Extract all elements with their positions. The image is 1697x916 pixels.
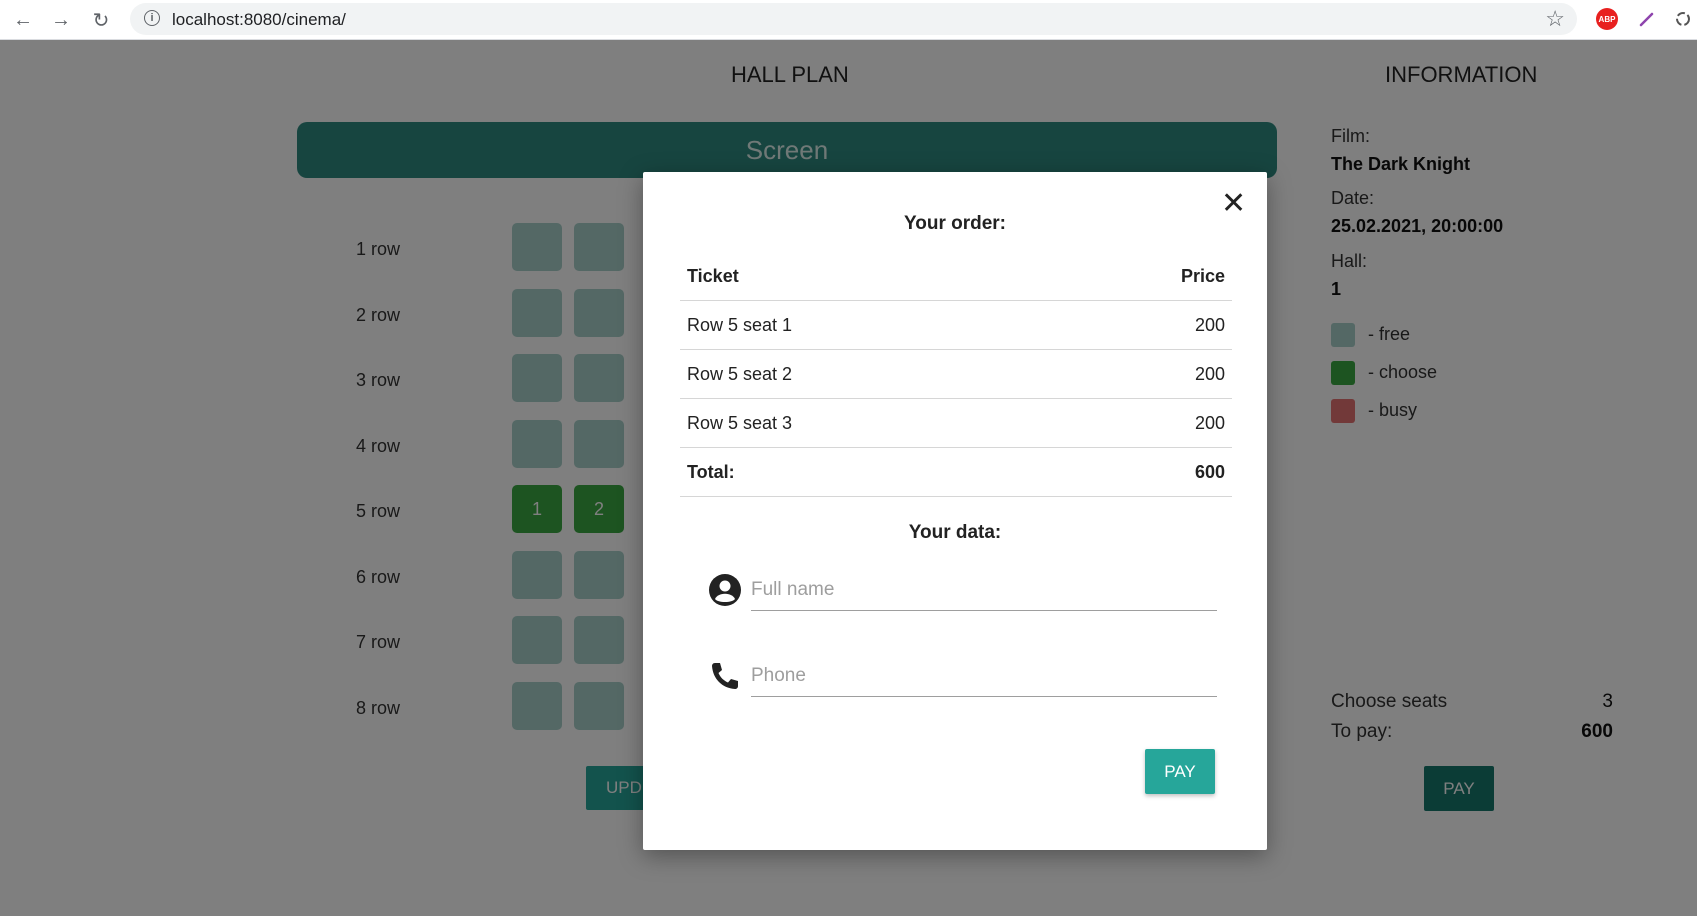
forward-icon[interactable]: → (48, 7, 74, 33)
url-text[interactable]: localhost:8080/cinema/ (172, 10, 346, 30)
order-table: Ticket Price Row 5 seat 1 200 Row 5 seat… (680, 252, 1232, 497)
full-name-input[interactable] (751, 570, 1217, 611)
phone-icon (707, 658, 743, 694)
full-name-field (707, 560, 1217, 620)
ticket-cell: Row 5 seat 3 (680, 398, 1052, 448)
price-cell: 200 (1051, 300, 1232, 350)
recycle-icon[interactable] (1672, 8, 1694, 30)
table-header-row: Ticket Price (680, 252, 1232, 301)
ticket-cell: Row 5 seat 1 (680, 300, 1052, 350)
pen-icon[interactable] (1636, 8, 1658, 30)
browser-toolbar: ← → ↻ i localhost:8080/cinema/ ☆ ABP (0, 0, 1697, 40)
price-column-header: Price (1051, 252, 1232, 301)
table-row: Row 5 seat 3 200 (680, 398, 1232, 448)
total-value: 600 (1051, 447, 1232, 497)
price-cell: 200 (1051, 349, 1232, 399)
order-heading: Your order: (903, 213, 1007, 234)
bookmark-star-icon[interactable]: ☆ (1545, 6, 1565, 32)
ticket-column-header: Ticket (680, 252, 1052, 301)
account-circle-icon (707, 572, 743, 608)
price-cell: 200 (1051, 398, 1232, 448)
back-icon[interactable]: ← (10, 7, 36, 33)
reload-icon[interactable]: ↻ (88, 7, 114, 33)
address-bar[interactable]: i localhost:8080/cinema/ ☆ (130, 3, 1577, 35)
info-icon[interactable]: i (144, 10, 160, 26)
ticket-cell: Row 5 seat 2 (680, 349, 1052, 399)
order-modal: ✕ Your order: Ticket Price Row 5 seat 1 … (643, 172, 1267, 850)
table-row: Row 5 seat 1 200 (680, 300, 1232, 350)
total-row: Total: 600 (680, 447, 1232, 497)
pay-button[interactable]: PAY (1145, 749, 1215, 794)
adblock-plus-icon[interactable]: ABP (1596, 8, 1618, 30)
data-heading: Your data: (908, 522, 1002, 543)
total-label: Total: (680, 447, 1052, 497)
phone-input[interactable] (751, 656, 1217, 697)
phone-field (707, 646, 1217, 706)
table-row: Row 5 seat 2 200 (680, 349, 1232, 399)
